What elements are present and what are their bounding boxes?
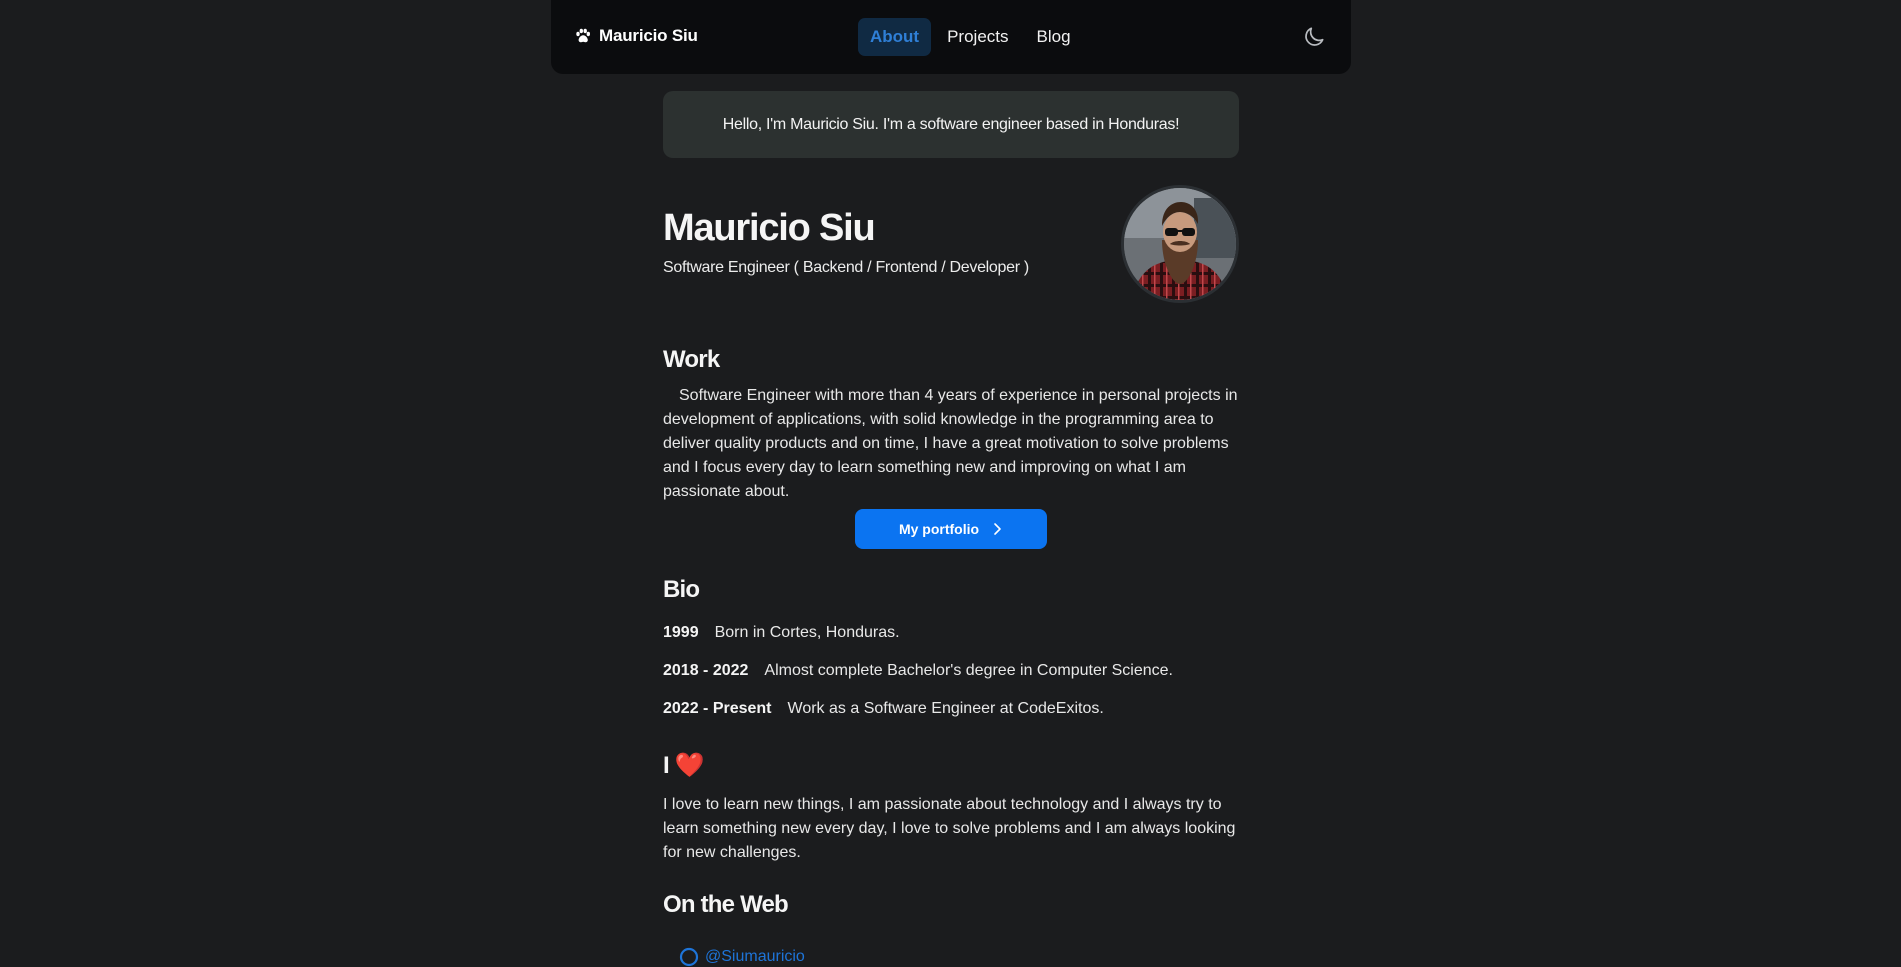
bio-item: 2018 - 2022 Almost complete Bachelor's d… — [663, 662, 1173, 680]
profile-title: Software Engineer ( Backend / Frontend /… — [663, 259, 1029, 276]
theme-toggle-button[interactable] — [1301, 24, 1327, 50]
paw-icon — [576, 28, 590, 43]
work-heading: Work — [663, 346, 720, 373]
nav-links: About Projects Blog — [858, 18, 1083, 56]
bio-year: 2022 - Present — [663, 700, 772, 717]
bio-item: 1999 Born in Cortes, Honduras. — [663, 624, 900, 642]
nav-link-blog[interactable]: Blog — [1025, 18, 1083, 56]
love-description: I love to learn new things, I am passion… — [663, 796, 1236, 861]
avatar — [1121, 185, 1239, 303]
bio-item: 2022 - Present Work as a Software Engine… — [663, 700, 1104, 718]
portfolio-button[interactable]: My portfolio — [855, 509, 1047, 549]
work-description: Software Engineer with more than 4 years… — [663, 387, 1238, 500]
nav-link-projects[interactable]: Projects — [935, 18, 1020, 56]
brand-name: Mauricio Siu — [599, 26, 698, 45]
web-link-label: @Siumauricio — [705, 948, 805, 965]
chevron-right-icon — [994, 523, 1001, 535]
profile-name: Mauricio Siu — [663, 207, 876, 249]
bio-text: Work as a Software Engineer at CodeExito… — [787, 700, 1104, 717]
brand-link[interactable]: Mauricio Siu — [575, 26, 698, 46]
nav-link-about[interactable]: About — [858, 18, 932, 56]
greeting-banner: Hello, I'm Mauricio Siu. I'm a software … — [663, 91, 1239, 158]
main-content: Hello, I'm Mauricio Siu. I'm a software … — [663, 91, 1239, 967]
bio-heading: Bio — [663, 576, 700, 603]
bio-year: 2018 - 2022 — [663, 662, 749, 679]
bio-text: Born in Cortes, Honduras. — [714, 624, 900, 641]
portfolio-button-label: My portfolio — [898, 521, 980, 537]
top-navbar: Mauricio Siu About Projects Blog — [551, 0, 1351, 74]
web-heading: On the Web — [663, 891, 789, 918]
social-icon — [679, 947, 699, 967]
web-link-item[interactable]: @Siumauricio — [679, 947, 805, 967]
bio-year: 1999 — [663, 624, 699, 641]
love-heading: I ❤️ — [663, 752, 705, 779]
moon-icon — [1305, 27, 1324, 46]
bio-text: Almost complete Bachelor's degree in Com… — [764, 662, 1173, 679]
